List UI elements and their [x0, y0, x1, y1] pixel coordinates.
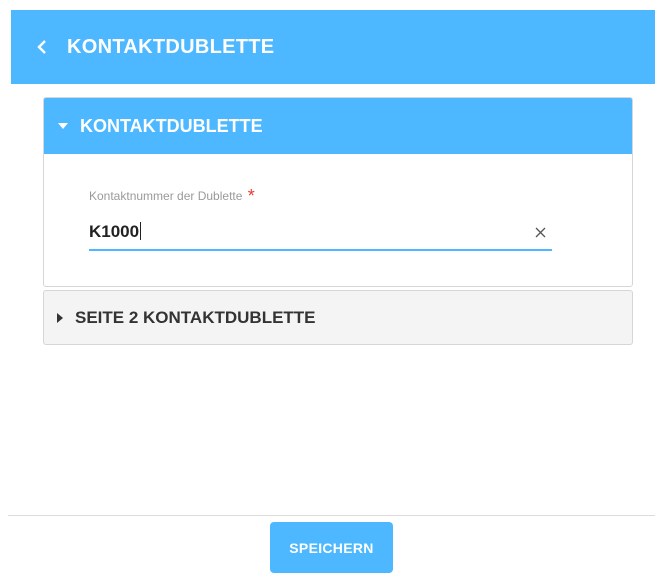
section-seite-2-kontaktdublette[interactable]: SEITE 2 KONTAKTDUBLETTE	[43, 290, 633, 345]
section-title: SEITE 2 KONTAKTDUBLETTE	[75, 307, 316, 327]
close-icon	[535, 227, 546, 238]
page-title: KONTAKTDUBLETTE	[67, 35, 275, 58]
contact-number-input[interactable]: K1000	[89, 215, 552, 251]
app-bar: KONTAKTDUBLETTE	[11, 10, 655, 84]
required-marker: *	[247, 186, 255, 206]
field-value-text: K1000	[89, 222, 140, 241]
section-title: KONTAKTDUBLETTE	[80, 115, 263, 136]
save-button[interactable]: SPEICHERN	[270, 522, 393, 573]
text-cursor	[140, 222, 142, 240]
caret-right-icon	[57, 312, 63, 323]
field-label: Kontaktnummer der Dublette *	[89, 186, 552, 207]
field-value[interactable]: K1000	[89, 222, 528, 242]
section-header-kontaktdublette[interactable]: KONTAKTDUBLETTE	[44, 98, 632, 154]
section-kontaktdublette: KONTAKTDUBLETTE Kontaktnummer der Dublet…	[43, 97, 633, 287]
caret-down-icon	[58, 123, 68, 129]
footer-divider	[8, 515, 655, 516]
chevron-left-icon	[37, 40, 47, 54]
field-label-text: Kontaktnummer der Dublette	[89, 189, 243, 203]
contact-number-field: Kontaktnummer der Dublette * K1000	[89, 186, 552, 251]
back-button[interactable]	[27, 27, 57, 67]
clear-button[interactable]	[528, 227, 552, 238]
